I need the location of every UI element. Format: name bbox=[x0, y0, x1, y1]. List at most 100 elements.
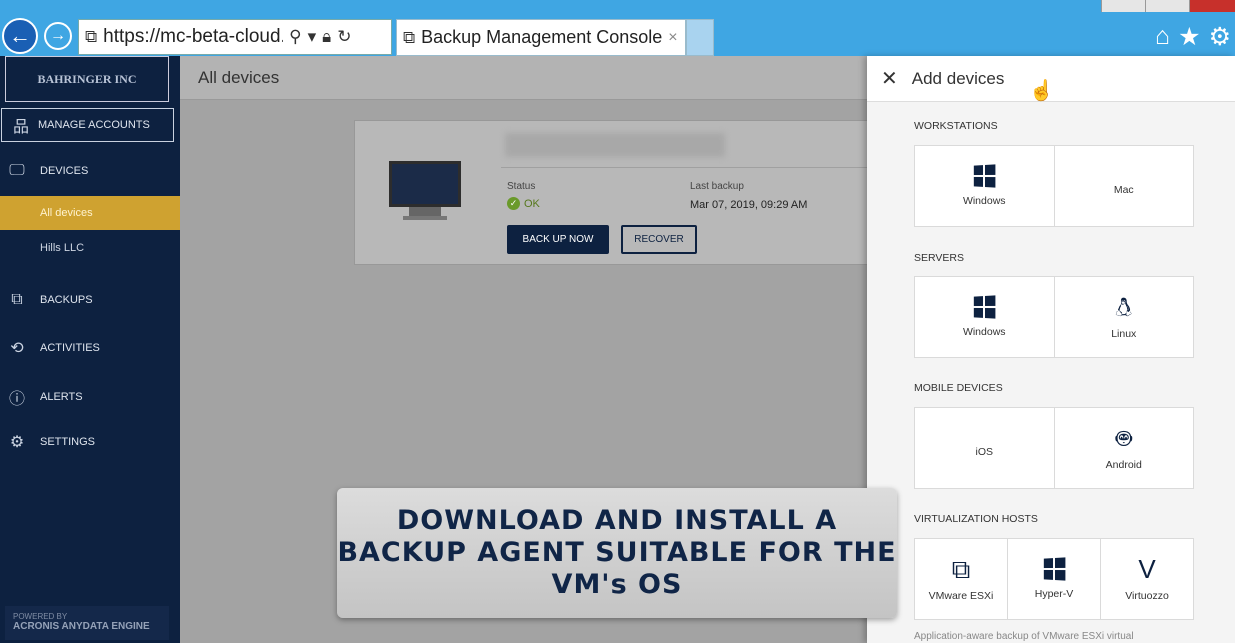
sidebar-item-label: ACTIVITIES bbox=[40, 342, 100, 354]
activities-icon: ⟲ bbox=[10, 340, 24, 357]
divider bbox=[501, 167, 875, 168]
back-up-now-button[interactable]: BACK UP NOW bbox=[507, 225, 609, 254]
new-tab-button[interactable] bbox=[686, 19, 714, 56]
dropdown-icon[interactable]: ▾ bbox=[308, 27, 317, 47]
gear-icon[interactable]: ⚙ bbox=[1209, 22, 1231, 52]
close-icon[interactable]: ✕ bbox=[881, 66, 898, 91]
page-icon: ⧉ bbox=[85, 27, 98, 46]
monitor-icon: 🖵 bbox=[9, 162, 25, 179]
restore-button[interactable] bbox=[1145, 0, 1189, 12]
sidebar-item-settings[interactable]: ⚙ SETTINGS bbox=[0, 432, 180, 452]
banner-line-2: BACKUP AGENT SUITABLE FOR THE bbox=[337, 537, 897, 568]
tile-label: Windows bbox=[962, 195, 1006, 207]
home-icon[interactable]: ⌂ bbox=[1155, 22, 1170, 52]
panel-header: ✕ Add devices ☝ bbox=[867, 56, 1235, 102]
search-icon[interactable]: ⚲ bbox=[289, 27, 301, 47]
tile-windows-server[interactable]: Windows bbox=[915, 277, 1055, 357]
check-icon: ✓ bbox=[507, 197, 520, 210]
mobile-tiles: iOS 🤖︎ Android bbox=[914, 407, 1194, 489]
sidebar-item-label: DEVICES bbox=[40, 165, 89, 177]
minimize-button[interactable] bbox=[1101, 0, 1145, 12]
tile-label: Virtuozzo bbox=[1125, 590, 1169, 602]
tab-page-icon: ⧉ bbox=[403, 27, 416, 47]
window-controls bbox=[1101, 0, 1235, 12]
hierarchy-icon: 品 bbox=[12, 119, 29, 136]
sidebar-item-devices[interactable]: 🖵 DEVICES bbox=[0, 162, 180, 180]
sidebar-item-label: SETTINGS bbox=[40, 436, 96, 448]
status-value: ✓ OK bbox=[507, 197, 540, 210]
virtuozzo-icon: V bbox=[1138, 554, 1156, 584]
sidebar-subitem-all-devices[interactable]: All devices bbox=[0, 196, 180, 230]
back-arrow-icon[interactable]: ← bbox=[2, 18, 38, 54]
tile-virtuozzo[interactable]: V Virtuozzo bbox=[1101, 539, 1193, 619]
browser-tools: ⌂ ★ ⚙ bbox=[1155, 22, 1231, 52]
add-devices-panel: ✕ Add devices ☝ WORKSTATIONS Windows Mac… bbox=[867, 56, 1235, 643]
banner-line-1: DOWNLOAD AND INSTALL A bbox=[396, 505, 838, 536]
tile-label: Android bbox=[1105, 459, 1142, 471]
lock-icon[interactable]: 🔒︎ bbox=[322, 27, 331, 47]
forward-arrow-icon[interactable]: → bbox=[44, 22, 72, 50]
last-backup-value: Mar 07, 2019, 09:29 AM bbox=[690, 199, 808, 211]
panel-title: Add devices bbox=[911, 68, 1005, 88]
tab-title: Backup Management Console bbox=[421, 27, 663, 47]
sidebar-item-backups[interactable]: ⧉ BACKUPS bbox=[0, 291, 180, 309]
tile-label: Windows bbox=[962, 326, 1006, 338]
powered-by-badge: POWERED BY ACRONIS ANYDATA ENGINE bbox=[5, 606, 169, 640]
url-text[interactable]: https://mc-beta-cloud.a bbox=[103, 26, 283, 48]
manage-accounts-button[interactable]: 品 MANAGE ACCOUNTS bbox=[1, 108, 174, 142]
sidebar-item-activities[interactable]: ⟲ ACTIVITIES bbox=[0, 338, 180, 358]
tile-ios[interactable]: iOS bbox=[915, 408, 1055, 488]
address-bar[interactable]: ⧉ https://mc-beta-cloud.a ⚲ ▾ 🔒︎ ↻ bbox=[78, 19, 392, 55]
tile-label: iOS bbox=[975, 446, 993, 458]
section-title-mobile-devices: MOBILE DEVICES bbox=[914, 382, 1003, 394]
status-ok-text: OK bbox=[524, 197, 540, 210]
tile-linux[interactable]: 🐧︎ Linux bbox=[1055, 277, 1194, 357]
footer-note: Application-aware backup of VMware ESXi … bbox=[914, 631, 1134, 642]
alert-icon: ⓘ bbox=[8, 391, 25, 408]
tab-close-icon[interactable]: × bbox=[668, 29, 677, 47]
sidebar-subitem-hills-llc[interactable]: Hills LLC bbox=[0, 231, 180, 265]
gear-icon: ⚙ bbox=[9, 434, 25, 451]
virtualization-tiles: ⧉ VMware ESXi Hyper-V V Virtuozzo bbox=[914, 538, 1194, 620]
powered-by-label: POWERED BY bbox=[13, 612, 68, 621]
android-icon: 🤖︎ bbox=[1115, 423, 1132, 453]
vmware-icon: ⧉ bbox=[951, 554, 971, 584]
company-logo[interactable]: BAHRINGER INC bbox=[5, 56, 169, 102]
page-title: All devices bbox=[180, 56, 867, 100]
instruction-banner: DOWNLOAD AND INSTALL A BACKUP AGENT SUIT… bbox=[337, 488, 897, 618]
refresh-icon[interactable]: ↻ bbox=[337, 27, 351, 47]
tile-windows-workstation[interactable]: Windows bbox=[915, 146, 1055, 226]
tile-android[interactable]: 🤖︎ Android bbox=[1055, 408, 1194, 488]
tile-mac[interactable]: Mac bbox=[1055, 146, 1194, 226]
servers-tiles: Windows 🐧︎ Linux bbox=[914, 276, 1194, 358]
windows-icon bbox=[1043, 557, 1066, 581]
tile-label: Hyper-V bbox=[1034, 588, 1074, 600]
tile-vmware-esxi[interactable]: ⧉ VMware ESXi bbox=[915, 539, 1008, 619]
tile-label: VMware ESXi bbox=[928, 590, 994, 602]
tile-hyper-v[interactable]: Hyper-V bbox=[1008, 539, 1101, 619]
section-title-servers: SERVERS bbox=[914, 252, 964, 264]
sidebar-item-label: ALERTS bbox=[40, 391, 83, 403]
manage-accounts-label: MANAGE ACCOUNTS bbox=[38, 119, 150, 131]
star-icon[interactable]: ★ bbox=[1178, 22, 1200, 52]
close-window-button[interactable] bbox=[1189, 0, 1235, 12]
sidebar-item-alerts[interactable]: ⓘ ALERTS bbox=[0, 385, 180, 409]
sidebar: BAHRINGER INC 品 MANAGE ACCOUNTS 🖵 DEVICE… bbox=[0, 56, 180, 643]
browser-toolbar: ← → ⧉ https://mc-beta-cloud.a ⚲ ▾ 🔒︎ ↻ ⧉… bbox=[0, 0, 1235, 56]
last-backup-label: Last backup bbox=[690, 181, 744, 192]
recover-button[interactable]: RECOVER bbox=[621, 225, 697, 254]
computer-icon bbox=[389, 161, 463, 223]
tab-backup-console[interactable]: ⧉ Backup Management Console × bbox=[396, 19, 686, 56]
linux-icon: 🐧︎ bbox=[1115, 292, 1132, 322]
hand-cursor-icon: ☝ bbox=[1029, 80, 1054, 102]
engine-label: ACRONIS ANYDATA ENGINE bbox=[13, 621, 150, 632]
backups-icon: ⧉ bbox=[11, 291, 23, 308]
section-title-workstations: WORKSTATIONS bbox=[914, 120, 998, 132]
windows-icon bbox=[974, 164, 996, 188]
workstations-tiles: Windows Mac bbox=[914, 145, 1194, 227]
sidebar-item-label: BACKUPS bbox=[40, 294, 93, 306]
device-card[interactable]: Status ✓ OK Last backup Mar 07, 2019, 09… bbox=[354, 120, 875, 265]
tile-label: Linux bbox=[1111, 328, 1137, 340]
tile-label: Mac bbox=[1113, 184, 1134, 196]
device-name-blurred bbox=[505, 133, 725, 157]
